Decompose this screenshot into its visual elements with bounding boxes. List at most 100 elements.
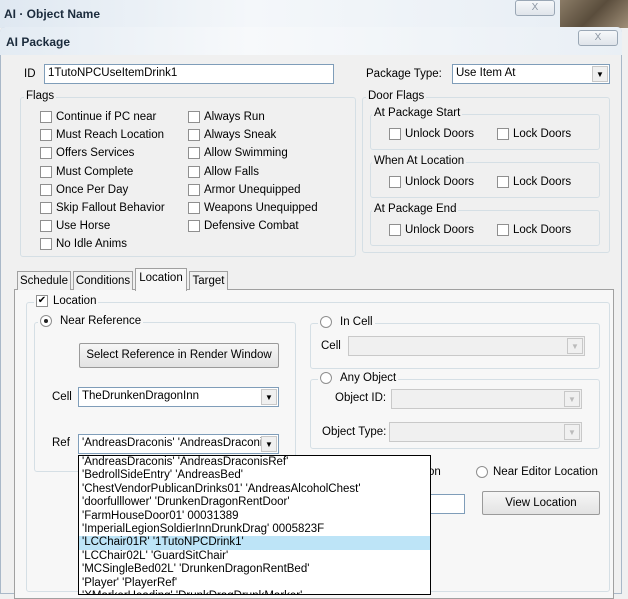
select-reference-button[interactable]: Select Reference in Render Window [79,343,279,368]
flag-checkbox-row[interactable]: Always Run [188,111,265,123]
in-cell-label: In Cell [340,316,373,328]
flag-checkbox[interactable] [40,238,52,251]
flag-checkbox[interactable] [188,202,200,214]
flag-checkbox-row[interactable]: Armor Unequipped [188,183,301,196]
flag-checkbox-row[interactable]: Allow Falls [188,165,259,178]
ref-select[interactable]: 'AndreasDraconis' 'AndreasDraconisR ▼ [78,434,279,454]
near-reference-label: Near Reference [60,315,142,327]
flag-label: Allow Swimming [204,147,288,160]
flag-label: Allow Falls [204,165,259,178]
flag-checkbox-row[interactable]: Must Complete [40,165,133,178]
ref-list-item[interactable]: 'FarmHouseDoor01' 00031389 [79,510,430,523]
tab-schedule[interactable]: Schedule [17,271,71,290]
flag-checkbox[interactable] [188,165,200,178]
flag-checkbox-row[interactable]: Once Per Day [40,183,128,196]
any-object-radio[interactable] [320,372,332,384]
flag-checkbox[interactable] [40,183,52,196]
object-type-label: Object Type: [322,426,387,438]
flag-checkbox-row[interactable]: Allow Swimming [188,147,288,160]
cell-select[interactable]: TheDrunkenDragonInn ▼ [78,387,279,407]
cell-value: TheDrunkenDragonInn [82,390,199,402]
unlock-doors-row[interactable]: Unlock Doors [389,224,474,236]
near-reference-radio[interactable] [40,315,52,327]
ref-list-item[interactable]: 'AndreasDraconis' 'AndreasDraconisRef' [79,456,430,469]
flag-checkbox[interactable] [40,220,52,233]
near-reference-radio-row[interactable]: Near Reference [38,315,144,327]
view-location-button[interactable]: View Location [482,491,600,515]
flag-checkbox[interactable] [188,147,200,160]
dialog-titlebar [0,27,622,55]
unlock-doors-row[interactable]: Unlock Doors [389,176,474,188]
lock-doors-row[interactable]: Lock Doors [497,128,571,140]
flag-checkbox-row[interactable]: Always Sneak [188,129,276,142]
tab-target[interactable]: Target [189,271,228,290]
flag-checkbox[interactable] [188,129,200,142]
id-input[interactable]: 1TutoNPCUseItemDrink1 [44,64,334,84]
in-cell-select[interactable]: ▼ [348,336,585,356]
flag-checkbox-row[interactable]: Must Reach Location [40,129,165,142]
flag-checkbox[interactable] [188,220,200,233]
flag-label: Always Run [204,111,265,123]
lock-doors-row[interactable]: Lock Doors [497,176,571,188]
flag-label: Must Reach Location [56,129,165,142]
lock-doors-checkbox[interactable] [497,176,509,188]
flag-checkbox[interactable] [40,202,52,214]
window-close-button[interactable]: X [515,0,555,16]
any-object-radio-row[interactable]: Any Object [318,372,399,384]
location-checkbox[interactable]: ✔ [36,295,48,307]
ref-value: 'AndreasDraconis' 'AndreasDraconisR [82,437,277,449]
flag-label: Defensive Combat [204,220,299,233]
flag-checkbox[interactable] [40,129,52,142]
lock-doors-checkbox[interactable] [497,128,509,140]
in-cell-cell-label: Cell [321,340,341,352]
dialog-close-button[interactable]: X [578,30,618,46]
flag-checkbox-row[interactable]: No Idle Anims [40,238,127,251]
ref-list-item[interactable]: 'ChestVendorPublicanDrinks01' 'AndreasAl… [79,483,430,496]
flag-checkbox-row[interactable]: Continue if PC near [40,111,156,123]
tab-conditions[interactable]: Conditions [73,271,133,290]
flag-checkbox[interactable] [40,165,52,178]
unlock-doors-checkbox[interactable] [389,128,401,140]
ref-list-item[interactable]: 'MCSingleBed02L' 'DrunkenDragonRentBed' [79,563,430,576]
any-object-label: Any Object [340,372,397,384]
flag-checkbox[interactable] [40,111,52,123]
door-subgroup-title: When At Location [372,155,467,167]
flag-checkbox[interactable] [188,111,200,123]
lock-doors-checkbox[interactable] [497,224,509,236]
object-id-select[interactable]: ▼ [391,389,582,409]
unlock-doors-checkbox[interactable] [389,176,401,188]
flag-checkbox-row[interactable]: Defensive Combat [188,220,299,233]
chevron-down-icon: ▼ [567,338,583,354]
flag-checkbox-row[interactable]: Skip Fallout Behavior [40,202,165,214]
in-cell-radio-row[interactable]: In Cell [318,316,375,328]
flag-label: Weapons Unequipped [204,202,318,214]
ref-list-item[interactable]: 'doorfulllower' 'DrunkenDragonRentDoor' [79,496,430,509]
in-cell-radio[interactable] [320,316,332,328]
ref-list-item[interactable]: 'BedrollSideEntry' 'AndreasBed' [79,469,430,482]
unlock-doors-checkbox[interactable] [389,224,401,236]
flag-checkbox[interactable] [188,183,200,196]
ref-list-item[interactable]: 'ImperialLegionSoldierInnDrunkDrag' 0005… [79,523,430,536]
object-id-label: Object ID: [335,392,387,404]
flag-checkbox-row[interactable]: Offers Services [40,147,134,160]
ref-list-item[interactable]: 'Player' 'PlayerRef' [79,577,430,590]
unlock-doors-row[interactable]: Unlock Doors [389,128,474,140]
ref-dropdown-list[interactable]: 'AndreasDraconis' 'AndreasDraconisRef' 'B… [78,455,431,595]
near-editor-radio[interactable] [476,466,488,478]
flag-checkbox-row[interactable]: Weapons Unequipped [188,202,318,214]
door-flags-title: Door Flags [366,90,427,102]
near-editor-radio-row[interactable]: Near Editor Location [476,466,598,478]
lock-doors-label: Lock Doors [513,224,572,236]
ref-list-item[interactable]: 'LCChair01R' '1TutoNPCDrink1' [79,536,430,550]
tab-location[interactable]: Location [135,268,187,291]
ref-list-item[interactable]: 'XMarkerHeading' 'DrunkDragDrunkMarker' [79,590,430,594]
package-type-select[interactable]: Use Item At ▼ [452,64,610,84]
cell-label: Cell [52,391,72,403]
object-type-select[interactable]: ▼ [389,422,582,442]
location-checkbox-row[interactable]: ✔ Location [34,295,99,307]
flag-checkbox-row[interactable]: Use Horse [40,220,110,233]
ref-list-item[interactable]: 'LCChair02L' 'GuardSitChair' [79,550,430,563]
flag-checkbox[interactable] [40,147,52,160]
lock-doors-row[interactable]: Lock Doors [497,224,571,236]
flag-label: Armor Unequipped [204,183,301,196]
